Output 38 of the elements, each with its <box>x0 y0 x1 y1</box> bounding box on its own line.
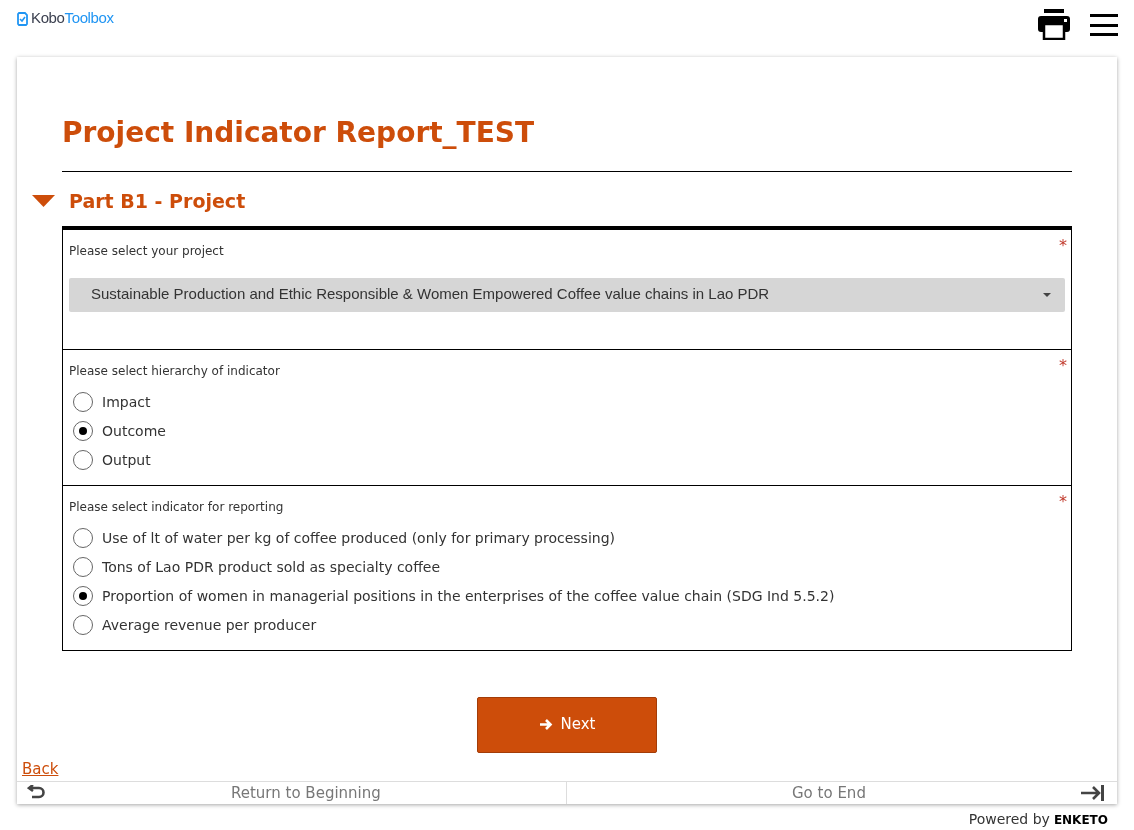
radio-option[interactable]: Tons of Lao PDR product sold as specialty coffee <box>69 552 1065 582</box>
radio-option[interactable]: Proportion of women in managerial positions in the enterprises of the coffee value chain (SDG Ind 5.5.2) <box>69 581 1065 611</box>
enketo-logo: ENKETO <box>1053 812 1108 829</box>
back-link[interactable]: Back <box>22 759 59 778</box>
next-button[interactable]: Next <box>477 696 657 753</box>
required-mark: * <box>1059 490 1067 513</box>
logo-icon <box>17 11 28 26</box>
radio-option[interactable]: Output <box>69 445 1065 475</box>
radio-option[interactable]: Outcome <box>69 416 1065 446</box>
group-title[interactable]: Part B1 - Project <box>69 187 246 216</box>
collapse-caret-icon[interactable] <box>32 195 55 208</box>
question-label: Please select indicator for reporting <box>69 498 284 516</box>
radio-option[interactable]: Average revenue per producer <box>69 610 1065 640</box>
return-to-beginning-button[interactable]: Return to Beginning <box>17 781 567 804</box>
go-to-end-button[interactable]: Go to End <box>567 781 1117 804</box>
radio-option[interactable]: Impact <box>69 387 1065 417</box>
undo-arrow-icon <box>27 785 45 801</box>
radio-button[interactable] <box>73 392 93 412</box>
radio-button[interactable] <box>73 421 93 441</box>
logo-wordmark: KoboToolbox <box>31 8 114 29</box>
project-dropdown[interactable]: Sustainable Production and Ethic Responsible & Women Empowered Coffee value chains in Lao PDR <box>69 277 1065 312</box>
radio-button[interactable] <box>73 615 93 635</box>
radio-button[interactable] <box>73 586 93 606</box>
radio-option[interactable]: Use of lt of water per kg of coffee produced (only for primary processing) <box>69 523 1065 553</box>
radio-button[interactable] <box>73 450 93 470</box>
question-label: Please select hierarchy of indicator <box>69 362 280 380</box>
required-mark: * <box>1059 354 1067 377</box>
arrow-right-icon <box>538 718 553 731</box>
form-title: Project Indicator Report_TEST <box>62 112 1072 172</box>
required-mark: * <box>1059 234 1067 257</box>
radio-button[interactable] <box>73 528 93 548</box>
menu-icon[interactable] <box>1090 12 1118 37</box>
question-label: Please select your project <box>69 242 224 260</box>
radio-button[interactable] <box>73 557 93 577</box>
dropdown-caret-icon <box>1043 292 1051 297</box>
print-icon[interactable] <box>1038 9 1070 40</box>
powered-by-text: Powered by <box>968 810 1050 828</box>
arrow-to-end-icon <box>1081 784 1105 801</box>
